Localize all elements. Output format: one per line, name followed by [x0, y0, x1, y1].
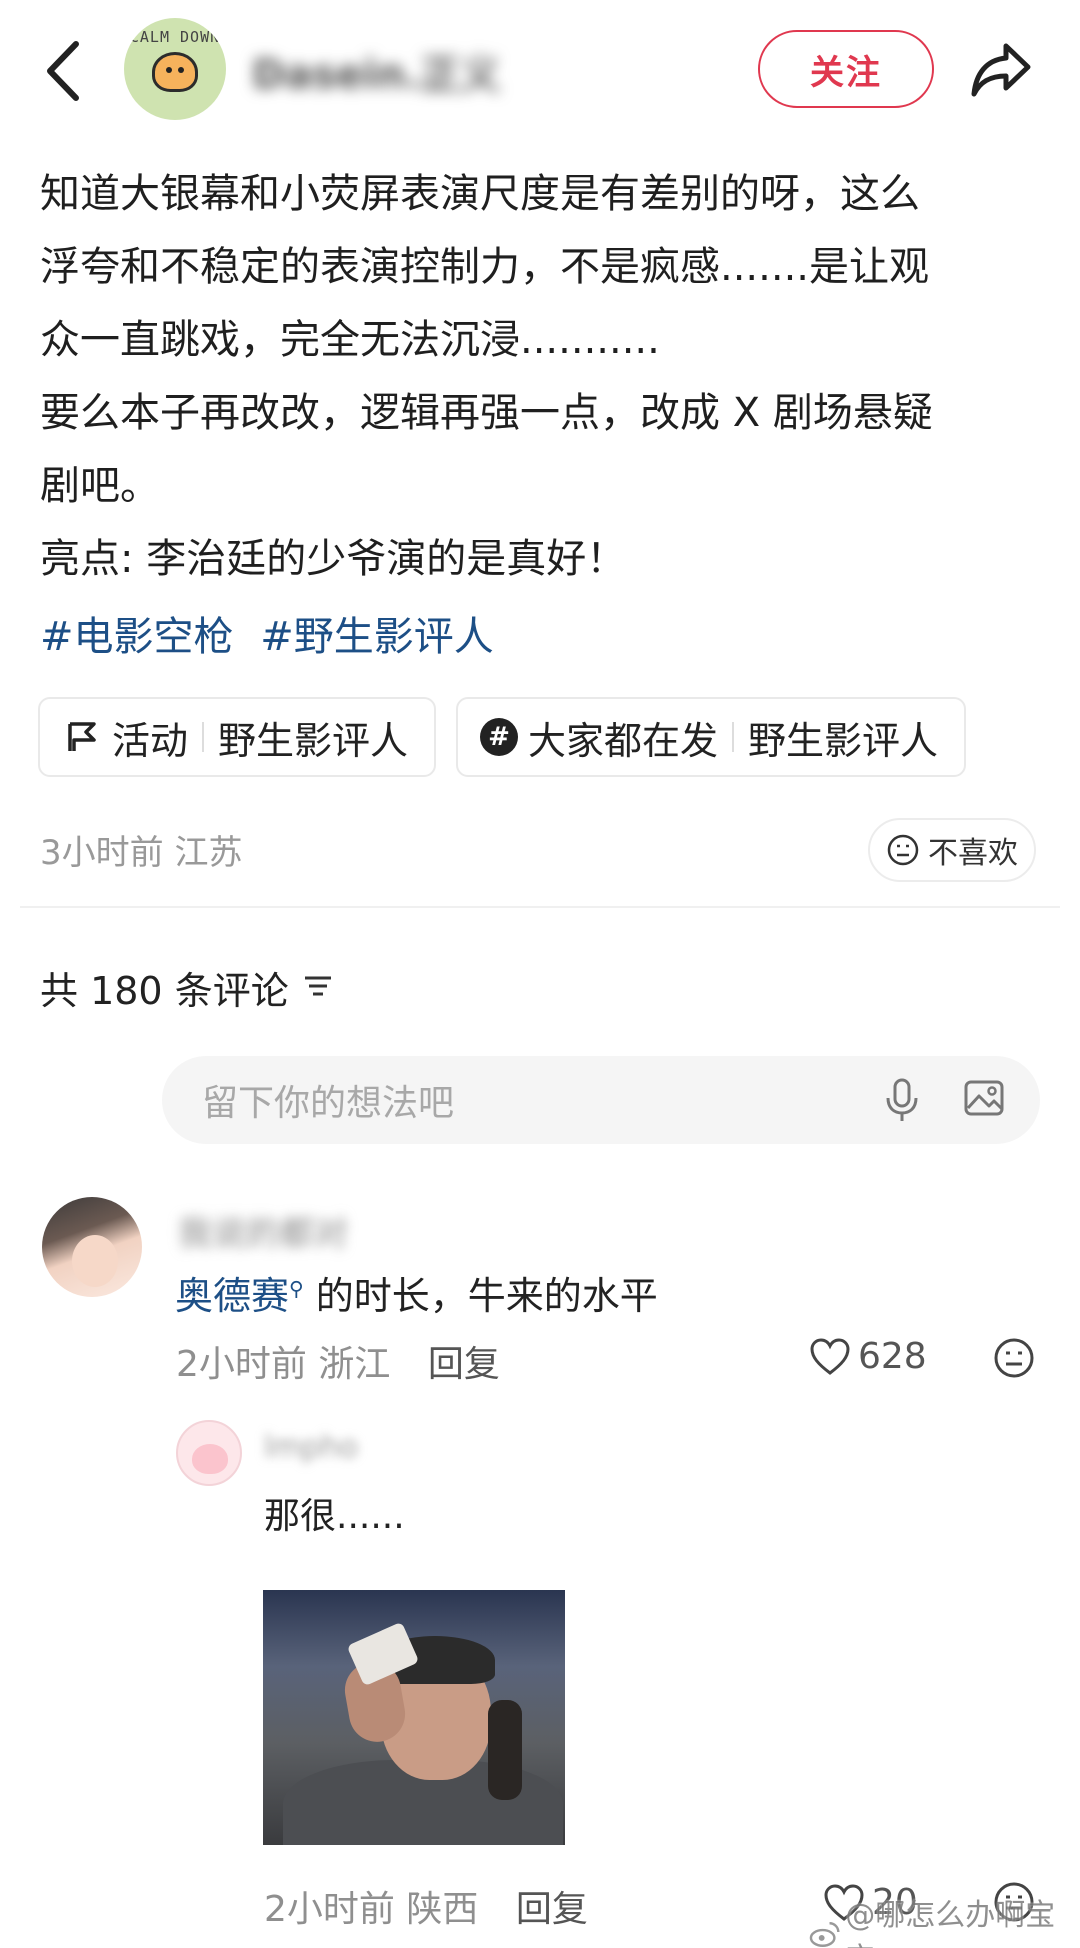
trending-chip[interactable]: # 大家都在发 野生影评人	[456, 697, 967, 777]
activity-flag-icon	[62, 717, 102, 757]
chip-label: 活动	[112, 718, 189, 763]
chip-label: 大家都在发	[528, 718, 719, 763]
sort-icon[interactable]	[301, 966, 335, 1010]
meh-face-icon	[887, 834, 919, 866]
replier-avatar[interactable]	[176, 1420, 242, 1486]
heart-icon	[810, 1337, 850, 1375]
react-button[interactable]	[992, 1336, 1036, 1384]
back-button[interactable]	[38, 36, 90, 106]
reply-meta: 2小时前 陕西 回复	[264, 1880, 588, 1932]
comment-time-location: 2小时前 浙江	[176, 1344, 391, 1385]
comment-body: 的时长，牛来的水平	[315, 1274, 658, 1318]
post-line: 要么本子再改改，逻辑再强一点，改成 X 剧场悬疑	[40, 390, 933, 436]
author-avatar[interactable]: CALM DOWN	[124, 18, 226, 120]
chip-divider	[202, 722, 205, 752]
section-divider	[20, 906, 1060, 908]
reply-text: 那很......	[264, 1496, 405, 1537]
top-bar: CALM DOWN Dasein.正义 关注	[0, 0, 1080, 140]
dislike-label: 不喜欢	[928, 836, 1018, 871]
tiger-icon	[152, 52, 198, 92]
search-link[interactable]: 奥德赛	[175, 1274, 289, 1318]
post-line: 亮点: 李治廷的少爷演的是真好！	[40, 536, 627, 582]
chip-value: 野生影评人	[218, 718, 409, 763]
avatar-calm-down-text: CALM DOWN	[129, 28, 221, 46]
like-count: 628	[858, 1336, 927, 1377]
share-arrow-icon	[971, 43, 1031, 97]
search-icon: ⚲	[289, 1276, 304, 1301]
post-line: 剧吧。	[40, 463, 160, 509]
comment-count-header: 共 180 条评论	[40, 960, 335, 1015]
topic-chips: 活动 野生影评人 # 大家都在发 野生影评人	[38, 697, 967, 777]
microphone-icon[interactable]	[882, 1076, 922, 1133]
reply-button[interactable]: 回复	[428, 1344, 500, 1385]
comment-meta: 2小时前 浙江 回复	[176, 1335, 500, 1387]
post-line: 浮夸和不稳定的表演控制力，不是疯感.......是让观	[40, 244, 930, 290]
reply-time-location: 2小时前 陕西	[264, 1889, 479, 1930]
image-telephone	[488, 1700, 522, 1800]
like-button[interactable]: 628	[808, 1336, 927, 1377]
follow-button[interactable]: 关注	[758, 30, 934, 108]
activity-chip[interactable]: 活动 野生影评人	[38, 697, 437, 777]
replier-username[interactable]: lmpho	[264, 1430, 358, 1465]
image-icon[interactable]	[962, 1076, 1006, 1129]
author-username[interactable]: Dasein.正义	[252, 42, 501, 100]
commenter-username[interactable]: 我说的都对	[178, 1206, 348, 1255]
post-body: 知道大银幕和小荧屏表演尺度是有差别的呀，这么 浮夸和不稳定的表演控制力，不是疯感…	[40, 158, 1040, 596]
weibo-watermark: @哪怎么办啊宝宝	[808, 1890, 1080, 1948]
commenter-avatar[interactable]	[42, 1197, 142, 1297]
comment-input-placeholder: 留下你的想法吧	[202, 1083, 455, 1124]
hashtag-list: #电影空枪 #野生影评人	[40, 602, 508, 672]
comment-text: 奥德赛⚲ 的时长，牛来的水平	[175, 1265, 658, 1320]
watermark-text: @哪怎么办啊宝宝	[845, 1898, 1056, 1948]
hashtag-link[interactable]: #电影空枪	[40, 614, 234, 660]
reply-button[interactable]: 回复	[516, 1889, 588, 1930]
post-line: 众一直跳戏，完全无法沉浸...........	[40, 317, 660, 363]
chip-divider	[732, 722, 735, 752]
comment-count: 共 180 条评论	[40, 969, 289, 1013]
meh-face-icon	[994, 1338, 1034, 1378]
post-meta: 3小时前 江苏	[40, 833, 243, 873]
hashtag-icon: #	[480, 718, 519, 756]
comment-input[interactable]: 留下你的想法吧	[162, 1056, 1040, 1144]
chip-value: 野生影评人	[748, 718, 939, 763]
reply-image[interactable]	[263, 1590, 565, 1845]
hashtag-link[interactable]: #野生影评人	[260, 614, 494, 660]
share-button[interactable]	[968, 36, 1034, 102]
weibo-logo-icon	[809, 1922, 840, 1947]
post-line: 知道大银幕和小荧屏表演尺度是有差别的呀，这么	[40, 171, 920, 217]
dislike-button[interactable]: 不喜欢	[868, 818, 1036, 882]
chevron-left-icon	[47, 41, 79, 101]
